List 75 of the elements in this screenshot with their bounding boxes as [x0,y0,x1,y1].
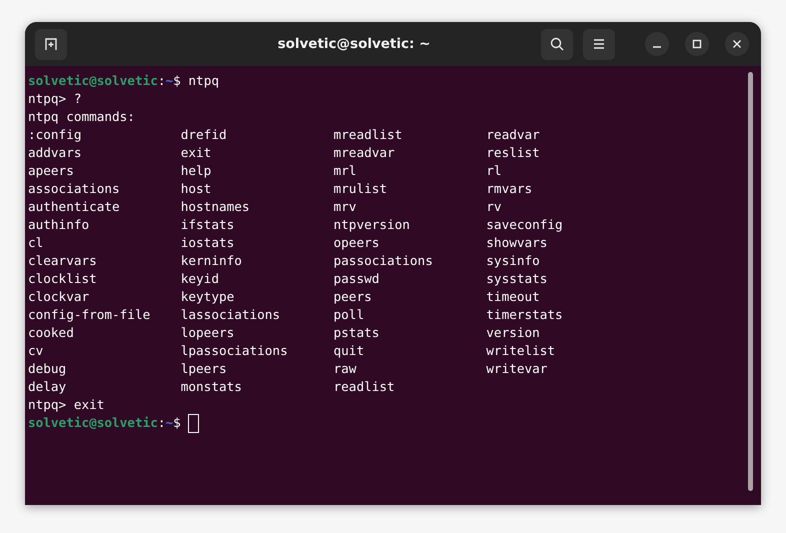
command-name: lpeers [180,360,228,378]
command-name: poll [334,306,366,324]
command-name: pstats [334,324,380,342]
command-name: quit [334,342,366,360]
command-name: config-from-file [28,306,152,324]
command-name: lassociations [180,306,282,324]
output-line: ntpq> exit [28,396,104,414]
command-name: help [180,162,212,180]
window-title: solvetic@solvetic: ~ [276,36,432,52]
search-icon [549,36,565,52]
command-name: clocklist [28,270,98,288]
close-button[interactable] [725,32,749,56]
command-name: showvars [486,234,548,252]
command-name: readvar [486,126,541,144]
command-name: kerninfo [180,252,243,270]
command-name: passociations [334,252,434,270]
prompt-line: solvetic@solvetic:~$ [28,414,181,432]
command-name: iostats [180,234,236,252]
command-name: mreadlist [334,126,404,144]
command-name: timeout [486,288,541,306]
command-name: sysstats [486,270,548,288]
minimize-icon [653,46,661,48]
command-name: raw [334,360,358,378]
command-name: ifstats [180,216,236,234]
command-name: mrl [334,162,358,180]
command-name: passwd [334,270,380,288]
command-name: sysinfo [486,252,541,270]
command-name: saveconfig [486,216,564,234]
output-line: ntpq> ? [28,90,82,108]
menu-button[interactable] [583,28,615,60]
command-name: mrv [334,198,358,216]
new-tab-button[interactable] [35,28,67,60]
command-name: :config [28,126,82,144]
command-name: associations [28,180,121,198]
command-name: ntpversion [334,216,411,234]
command-name: monstats [180,378,243,396]
command-name: exit [180,144,212,162]
command-name: mreadvar [334,144,396,162]
command-name: cv [28,342,44,360]
command-name: debug [28,360,68,378]
minimize-button[interactable] [645,32,669,56]
command-name: keyid [180,270,220,288]
new-tab-icon [43,36,59,52]
command-name: delay [28,378,68,396]
search-button[interactable] [541,28,573,60]
command-name: mrulist [334,180,388,198]
command-name: rl [486,162,503,180]
command-name: rmvars [486,180,534,198]
command-name: authenticate [28,198,121,216]
command-name: cooked [28,324,75,342]
command-name: lpassociations [180,342,289,360]
command-name: cl [28,234,44,252]
command-name: hostnames [180,198,251,216]
command-name: clearvars [28,252,98,270]
scrollbar[interactable] [748,72,753,491]
command-name: peers [334,288,373,306]
command-name: drefid [180,126,228,144]
command-name: keytype [180,288,236,306]
command-name: clockvar [28,288,90,306]
command-name: lopeers [180,324,236,342]
command-name: version [486,324,541,342]
command-name: writelist [486,342,556,360]
output-line: ntpq commands: [28,108,135,126]
command-name: host [180,180,212,198]
command-name: apeers [28,162,75,180]
command-name: addvars [28,144,82,162]
prompt-line: solvetic@solvetic:~$ ntpq [28,72,219,90]
command-name: authinfo [28,216,90,234]
command-name: readlist [334,378,396,396]
command-name: opeers [334,234,380,252]
command-name: reslist [486,144,541,162]
command-name: rv [486,198,503,216]
command-name: writevar [486,360,548,378]
maximize-button[interactable] [685,32,709,56]
command-name: timerstats [486,306,564,324]
